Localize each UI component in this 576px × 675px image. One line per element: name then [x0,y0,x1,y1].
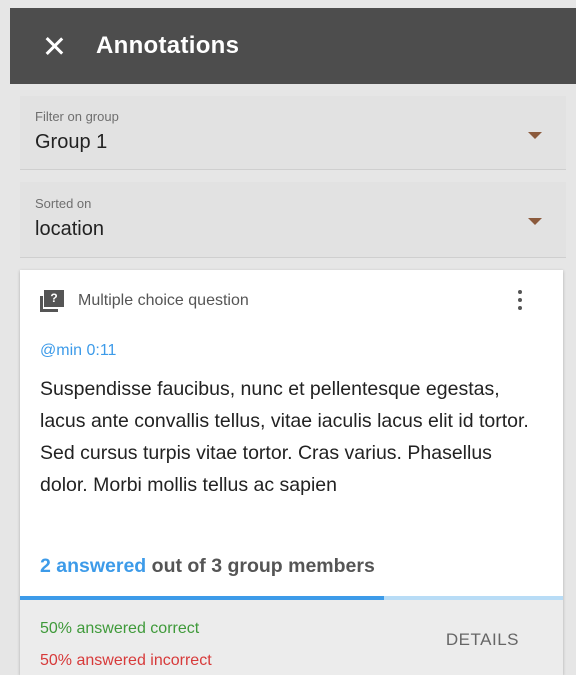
group-filter-select[interactable]: Filter on group Group 1 [20,96,566,170]
sort-label: Sorted on [35,196,92,211]
answered-total: out of 3 group members [146,555,375,577]
correct-percentage: 50% answered correct [40,620,200,637]
app-bar: Annotations [10,8,576,84]
more-options-icon[interactable] [517,290,523,314]
page-title: Annotations [96,32,240,59]
annotation-type: Multiple choice question [78,292,249,309]
annotation-text: Suspendisse faucibus, nunc et pellentesq… [40,378,529,496]
sort-value: location [35,218,104,240]
dropdown-arrow-icon[interactable] [528,132,542,139]
annotation-card: ? Multiple choice question @min 0:11 Sus… [20,270,563,675]
answer-summary: 2 answered out of 3 group members [40,555,375,578]
close-icon[interactable] [42,34,66,58]
group-filter-label: Filter on group [35,109,119,124]
incorrect-percentage: 50% answered incorrect [40,652,212,669]
answered-count: 2 answered [40,555,147,577]
group-filter-value: Group 1 [35,131,108,153]
details-button[interactable]: DETAILS [446,630,519,650]
annotation-timestamp[interactable]: @min 0:11 [40,342,116,360]
sort-select[interactable]: Sorted on location [20,182,566,258]
dropdown-arrow-icon[interactable] [528,218,542,225]
card-footer: 50% answered correct 50% answered incorr… [20,600,563,675]
card-header: ? Multiple choice question [40,290,249,312]
question-icon: ? [40,290,64,312]
